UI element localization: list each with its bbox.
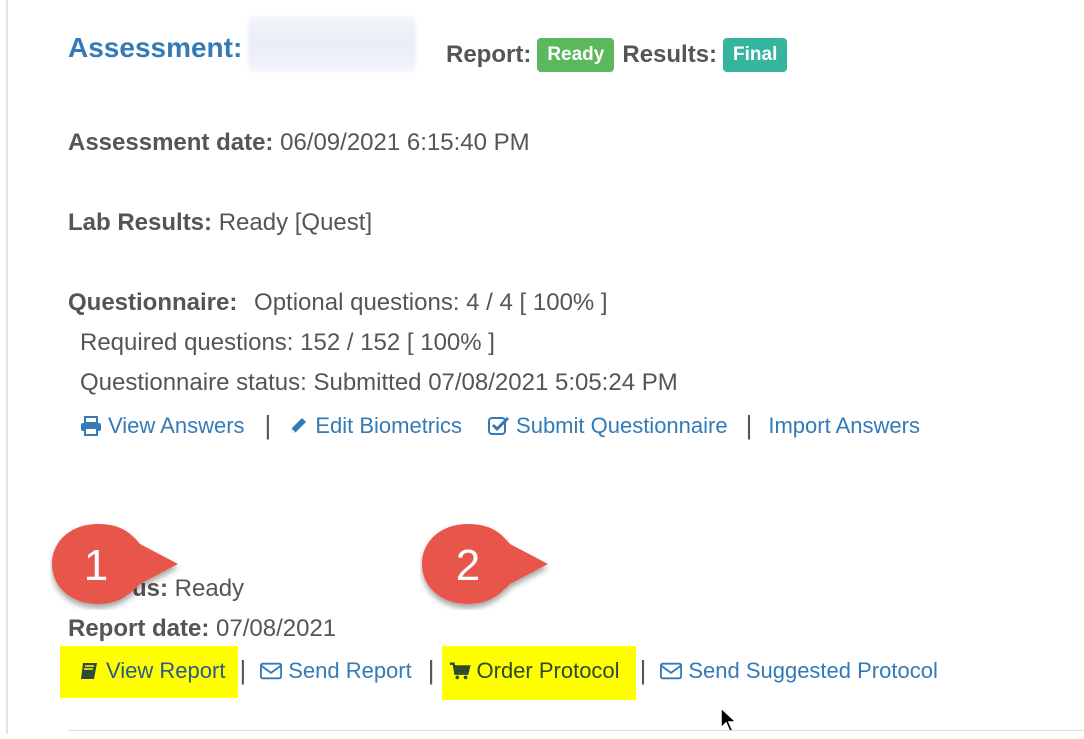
report-date-row: Report date: 07/08/2021 xyxy=(68,615,336,643)
report-actions: View Report | Send Report | Order Protoc… xyxy=(78,655,938,686)
print-icon xyxy=(80,415,102,437)
envelope-icon xyxy=(260,660,283,682)
assessment-date-label: Assessment date: xyxy=(68,129,274,156)
callout-marker-1: 1 xyxy=(50,520,190,615)
callout-number-2: 2 xyxy=(456,541,480,590)
results-final-badge: Final xyxy=(723,38,788,72)
status-row: Report: Ready Results: Final xyxy=(446,38,788,72)
send-report-link[interactable]: Send Report xyxy=(260,658,412,684)
left-border xyxy=(6,0,8,734)
order-protocol-label: Order Protocol xyxy=(476,657,620,683)
questionnaire-status: Questionnaire status: Submitted 07/08/20… xyxy=(80,369,678,396)
submit-questionnaire-label: Submit Questionnaire xyxy=(516,412,728,438)
lab-results-value: Ready [Quest] xyxy=(218,209,373,236)
assessment-title: Assessment: xyxy=(68,32,243,63)
mouse-cursor-icon xyxy=(720,706,740,739)
report-date-label: Report date: xyxy=(68,615,210,642)
separator: | xyxy=(745,410,753,440)
import-answers-label: Import Answers xyxy=(768,412,920,438)
report-date-value: 07/08/2021 xyxy=(216,615,337,642)
questionnaire-row: Questionnaire: Optional questions: 4 / 4… xyxy=(68,289,608,317)
questionnaire-label: Questionnaire: xyxy=(68,289,238,316)
send-report-label: Send Report xyxy=(288,657,412,683)
view-report-link[interactable]: View Report xyxy=(78,658,225,684)
check-square-icon xyxy=(488,415,510,437)
edit-biometrics-link[interactable]: Edit Biometrics xyxy=(287,413,462,439)
assessment-date-value: 06/09/2021 6:15:40 PM xyxy=(280,129,530,156)
lab-results-label: Lab Results: xyxy=(68,209,213,236)
import-answers-link[interactable]: Import Answers xyxy=(768,413,920,439)
view-answers-link[interactable]: View Answers xyxy=(80,413,245,439)
report-status-label: Report: xyxy=(446,41,532,68)
results-status-label: Results: xyxy=(622,41,718,68)
separator: | xyxy=(264,410,272,440)
lab-results-row: Lab Results: Ready [Quest] xyxy=(68,209,372,237)
view-report-label: View Report xyxy=(106,657,226,683)
redacted-assessment-name xyxy=(248,16,416,72)
callout-number-1: 1 xyxy=(84,541,108,590)
cart-icon xyxy=(449,660,471,682)
separator: | xyxy=(427,655,435,685)
bottom-divider xyxy=(68,730,1084,731)
separator: | xyxy=(639,655,647,685)
book-icon xyxy=(78,660,100,682)
send-suggested-protocol-label: Send Suggested Protocol xyxy=(688,657,938,683)
envelope-icon xyxy=(660,660,683,682)
edit-biometrics-label: Edit Biometrics xyxy=(315,412,463,438)
optional-questions: Optional questions: 4 / 4 [ 100% ] xyxy=(254,289,608,316)
questionnaire-actions: View Answers | Edit Biometrics Submit Qu… xyxy=(80,410,920,441)
separator: | xyxy=(239,655,247,685)
callout-marker-2: 2 xyxy=(420,520,560,615)
pencil-icon xyxy=(287,415,309,437)
order-protocol-link[interactable]: Order Protocol xyxy=(449,658,620,684)
submit-questionnaire-link[interactable]: Submit Questionnaire xyxy=(488,413,728,439)
send-suggested-protocol-link[interactable]: Send Suggested Protocol xyxy=(660,658,938,684)
view-answers-label: View Answers xyxy=(108,412,245,438)
report-ready-badge: Ready xyxy=(537,38,615,72)
assessment-date-row: Assessment date: 06/09/2021 6:15:40 PM xyxy=(68,129,530,157)
required-questions: Required questions: 152 / 152 [ 100% ] xyxy=(80,329,495,356)
